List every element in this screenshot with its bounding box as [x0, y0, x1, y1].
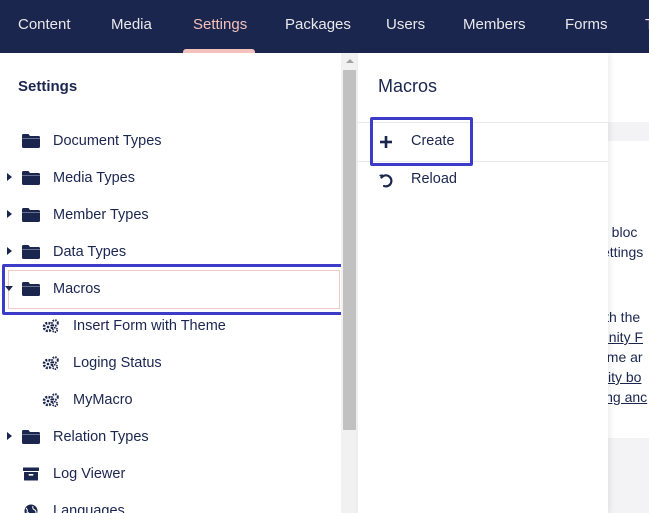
- dashboard-link[interactable]: ing anc: [608, 389, 647, 405]
- folder-icon: [22, 430, 40, 444]
- tree-scrollbar[interactable]: [341, 53, 358, 513]
- caret-right-icon[interactable]: [7, 210, 12, 218]
- tree-item-label: Macros: [53, 281, 101, 297]
- folder-icon: [22, 208, 40, 222]
- settings-alt-icon: [42, 393, 59, 407]
- caret-right-icon[interactable]: [7, 173, 12, 181]
- tab-forms[interactable]: Forms: [565, 0, 608, 53]
- dashboard-link[interactable]: vity bo: [608, 369, 641, 385]
- tree-item-macros[interactable]: Macros: [0, 272, 340, 309]
- tree-item-log-viewer[interactable]: Log Viewer: [0, 457, 340, 494]
- tree-item-languages[interactable]: Languages: [0, 494, 340, 513]
- folder-icon: [22, 282, 40, 296]
- dashboard-text: ome ar: [608, 349, 643, 365]
- tree-item-label: Media Types: [53, 170, 135, 186]
- settings-alt-icon: [42, 319, 59, 333]
- top-navigation: Content Media Settings Packages Users Me…: [0, 0, 649, 53]
- tree-item-label: Relation Types: [53, 429, 149, 445]
- folder-icon: [22, 245, 40, 259]
- tab-users[interactable]: Users: [386, 0, 425, 53]
- tree-item-label: Data Types: [53, 244, 127, 260]
- reload-button[interactable]: Reload: [358, 161, 608, 199]
- settings-alt-icon: [42, 356, 59, 370]
- tab-translation[interactable]: T: [645, 0, 649, 53]
- reload-icon: [379, 174, 393, 188]
- folder-icon: [22, 134, 40, 148]
- scroll-up-icon[interactable]: [346, 59, 354, 63]
- tab-settings[interactable]: Settings: [193, 0, 247, 53]
- tree-item-insert-form-with-theme[interactable]: Insert Form with Theme: [0, 309, 340, 346]
- tree-item-relation-types[interactable]: Relation Types: [0, 420, 340, 457]
- tree-item-label: Languages: [53, 503, 125, 513]
- dashboard-link[interactable]: unity F: [608, 329, 643, 345]
- dashboard-text: ettings: [608, 244, 644, 260]
- tree-item-label: Document Types: [53, 133, 162, 149]
- tree-item-media-types[interactable]: Media Types: [0, 161, 340, 198]
- tree-item-member-types[interactable]: Member Types: [0, 198, 340, 235]
- box-icon: [23, 467, 39, 481]
- dashboard-header: nent: [608, 53, 649, 122]
- dashboard-background: nent g bloc ettings ith the unity F ome …: [608, 53, 649, 513]
- create-highlight: [370, 117, 473, 166]
- caret-right-icon[interactable]: [7, 432, 12, 440]
- tree-item-document-types[interactable]: Document Types: [0, 124, 340, 161]
- tab-media[interactable]: Media: [111, 0, 152, 53]
- tree-item-label: MyMacro: [73, 392, 133, 408]
- caret-down-icon[interactable]: [5, 286, 13, 291]
- tree-item-loging-status[interactable]: Loging Status: [0, 346, 340, 383]
- globe-icon: [24, 504, 38, 513]
- tree-item-mymacro[interactable]: MyMacro: [0, 383, 340, 420]
- dashboard-text: ith the: [608, 309, 641, 325]
- tree-item-label: Loging Status: [73, 355, 162, 371]
- tree-item-label: Insert Form with Theme: [73, 318, 226, 334]
- reload-label: Reload: [411, 171, 457, 187]
- dashboard-text: g bloc: [608, 224, 638, 240]
- panel-title: Macros: [378, 76, 438, 96]
- scrollbar-thumb[interactable]: [343, 70, 356, 430]
- dashboard-card: g bloc ettings ith the unity F ome ar vi…: [608, 141, 649, 438]
- tab-packages[interactable]: Packages: [285, 0, 351, 53]
- tree-item-label: Log Viewer: [53, 466, 126, 482]
- tree-item-label: Member Types: [53, 207, 149, 223]
- tab-members[interactable]: Members: [463, 0, 526, 53]
- tree-title: Settings: [18, 78, 78, 95]
- tab-content[interactable]: Content: [18, 0, 71, 53]
- folder-icon: [22, 171, 40, 185]
- caret-right-icon[interactable]: [7, 247, 12, 255]
- settings-tree: Settings Document Types Media Types Memb…: [0, 53, 358, 513]
